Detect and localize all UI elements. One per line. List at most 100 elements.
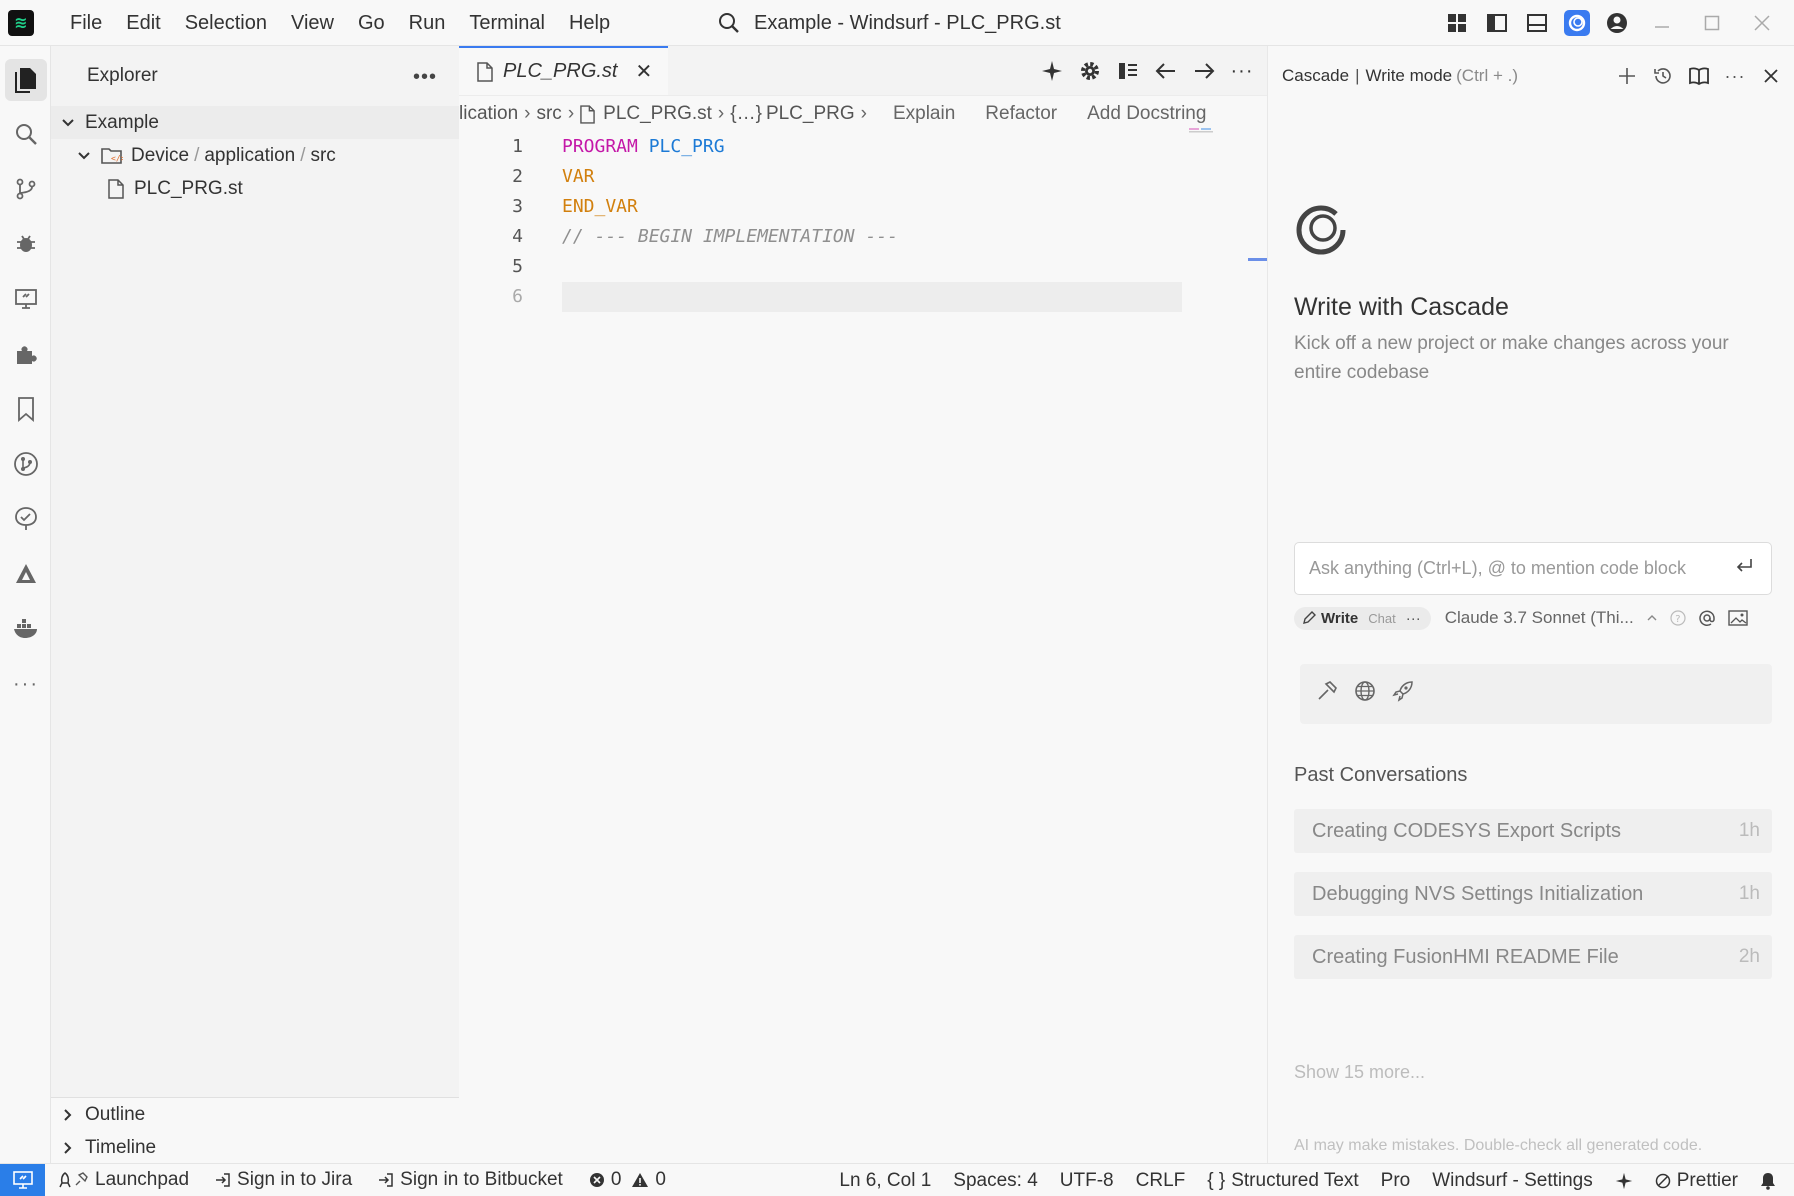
past-conversation-item[interactable]: Creating CODESYS Export Scripts 1h xyxy=(1294,809,1772,853)
bitbucket-signin-item[interactable]: Sign in to Bitbucket xyxy=(378,1169,563,1191)
enter-icon[interactable] xyxy=(1735,557,1753,580)
end-of-line[interactable]: CRLF xyxy=(1136,1170,1186,1192)
image-icon[interactable] xyxy=(1728,610,1748,626)
window-title: Example - Windsurf - PLC_PRG.st xyxy=(754,11,1061,34)
rocket-icon[interactable] xyxy=(1392,680,1414,708)
menu-view[interactable]: View xyxy=(279,0,346,46)
sparkle-icon[interactable] xyxy=(1039,58,1065,84)
docker-icon[interactable] xyxy=(5,608,47,650)
extensions-icon[interactable] xyxy=(5,333,47,375)
explorer-icon[interactable] xyxy=(5,59,47,101)
git-graph-icon[interactable] xyxy=(5,443,47,485)
launchpad-item[interactable]: Launchpad xyxy=(59,1169,189,1191)
source-control-icon[interactable] xyxy=(5,168,47,210)
menu-help[interactable]: Help xyxy=(557,0,622,46)
menu-selection[interactable]: Selection xyxy=(173,0,279,46)
menu-edit[interactable]: Edit xyxy=(114,0,172,46)
plan-badge[interactable]: Pro xyxy=(1381,1170,1411,1192)
customize-layout-icon[interactable] xyxy=(1444,10,1470,36)
plus-icon[interactable] xyxy=(1614,63,1640,89)
mention-icon[interactable] xyxy=(1698,609,1716,627)
explorer-more-button[interactable]: ••• xyxy=(413,66,437,89)
tree-folder-device-application-src[interactable]: </> Device / application / src xyxy=(51,139,459,172)
menu-go[interactable]: Go xyxy=(346,0,397,46)
more-actions-icon[interactable]: ··· xyxy=(1229,58,1255,84)
indentation[interactable]: Spaces: 4 xyxy=(953,1170,1038,1192)
cursor-position[interactable]: Ln 6, Col 1 xyxy=(839,1170,931,1192)
tree-root-example[interactable]: Example xyxy=(51,106,459,139)
codelens-add-docstring[interactable]: Add Docstring xyxy=(1087,103,1206,125)
minimap[interactable] xyxy=(1189,128,1217,134)
braces-icon: { } xyxy=(1207,1169,1226,1191)
model-selector[interactable]: Claude 3.7 Sonnet (Thi... xyxy=(1445,608,1634,628)
warning-count: 0 xyxy=(655,1169,666,1190)
encoding[interactable]: UTF-8 xyxy=(1060,1170,1114,1192)
scrollbar-marker[interactable] xyxy=(1248,258,1267,261)
arrow-right-icon[interactable] xyxy=(1191,58,1217,84)
outline-section[interactable]: Outline xyxy=(51,1098,459,1131)
show-more-link[interactable]: Show 15 more... xyxy=(1294,1062,1425,1083)
language-mode[interactable]: { } Structured Text xyxy=(1207,1170,1358,1192)
chevron-up-icon[interactable] xyxy=(1646,612,1658,624)
title-bar-controls xyxy=(1444,0,1780,46)
deploy-icon[interactable] xyxy=(5,553,47,595)
breadcrumb-application[interactable]: lication xyxy=(459,103,518,125)
remote-explorer-icon[interactable] xyxy=(5,278,47,320)
mode-chat-button[interactable]: Chat xyxy=(1368,611,1395,626)
menu-file[interactable]: File xyxy=(58,0,114,46)
code-editor[interactable]: 1 PROGRAM PLC_PRG 2 VAR 3 END_VAR 4 // -… xyxy=(459,132,1267,312)
problems-item[interactable]: 0 0 xyxy=(589,1169,666,1191)
windsurf-logo[interactable]: ≋ xyxy=(8,9,34,36)
help-icon[interactable]: ? xyxy=(1670,610,1686,626)
account-icon[interactable] xyxy=(1604,10,1630,36)
codelens-explain[interactable]: Explain xyxy=(893,103,955,125)
past-conversation-item[interactable]: Debugging NVS Settings Initialization 1h xyxy=(1294,872,1772,916)
windsurf-settings[interactable]: Windsurf - Settings xyxy=(1432,1170,1593,1192)
chevron-down-icon xyxy=(75,147,93,165)
tab-label: PLC_PRG.st xyxy=(503,60,618,82)
more-icon[interactable]: ··· xyxy=(1722,63,1748,89)
close-window-icon[interactable] xyxy=(1744,5,1780,41)
command-center[interactable]: Example - Windsurf - PLC_PRG.st xyxy=(718,0,1061,46)
arrow-left-icon[interactable] xyxy=(1153,58,1179,84)
history-icon[interactable] xyxy=(1650,63,1676,89)
sparkle-icon[interactable] xyxy=(1615,1172,1633,1190)
gear-icon[interactable] xyxy=(1077,58,1103,84)
breadcrumb-src[interactable]: src xyxy=(536,103,561,125)
mode-write-button[interactable]: Write xyxy=(1302,610,1358,627)
tab-close-icon[interactable]: ✕ xyxy=(635,59,652,84)
tree-file-plc-prg[interactable]: PLC_PRG.st xyxy=(51,172,459,205)
breadcrumb-symbol[interactable]: PLC_PRG xyxy=(766,103,855,125)
cascade-toggle-icon[interactable] xyxy=(1564,10,1590,36)
jira-signin-item[interactable]: Sign in to Jira xyxy=(215,1169,352,1191)
testing-icon[interactable] xyxy=(5,498,47,540)
book-icon[interactable] xyxy=(1686,63,1712,89)
menu-terminal[interactable]: Terminal xyxy=(457,0,557,46)
minimize-icon[interactable] xyxy=(1644,5,1680,41)
hammer-icon[interactable] xyxy=(1316,680,1338,708)
bell-icon[interactable] xyxy=(1760,1172,1776,1190)
prettier-item[interactable]: Prettier xyxy=(1655,1170,1738,1192)
cascade-subtitle: Kick off a new project or make changes a… xyxy=(1294,333,1729,383)
menu-run[interactable]: Run xyxy=(397,0,458,46)
toggle-sidebar-icon[interactable] xyxy=(1484,10,1510,36)
remote-indicator[interactable] xyxy=(0,1163,45,1196)
codelens-refactor[interactable]: Refactor xyxy=(985,103,1057,125)
maximize-icon[interactable] xyxy=(1694,5,1730,41)
past-conversation-item[interactable]: Creating FusionHMI README File 2h xyxy=(1294,935,1772,979)
toggle-panel-icon[interactable] xyxy=(1524,10,1550,36)
run-debug-icon[interactable] xyxy=(5,223,47,265)
globe-icon[interactable] xyxy=(1354,680,1376,708)
mode-switcher[interactable]: Write Chat ··· xyxy=(1294,606,1431,630)
cascade-input[interactable]: Ask anything (Ctrl+L), @ to mention code… xyxy=(1294,542,1772,595)
tab-plc-prg[interactable]: PLC_PRG.st ✕ xyxy=(459,46,669,95)
breadcrumb-file[interactable]: PLC_PRG.st xyxy=(603,103,712,125)
timeline-section[interactable]: Timeline xyxy=(51,1131,459,1164)
keyword-end-var: END_VAR xyxy=(562,196,638,217)
search-icon[interactable] xyxy=(5,113,47,155)
mode-more-button[interactable]: ··· xyxy=(1406,610,1421,627)
close-icon[interactable] xyxy=(1758,63,1784,89)
split-editor-icon[interactable] xyxy=(1115,58,1141,84)
bookmarks-icon[interactable] xyxy=(5,388,47,430)
more-icon[interactable]: ··· xyxy=(5,663,47,705)
